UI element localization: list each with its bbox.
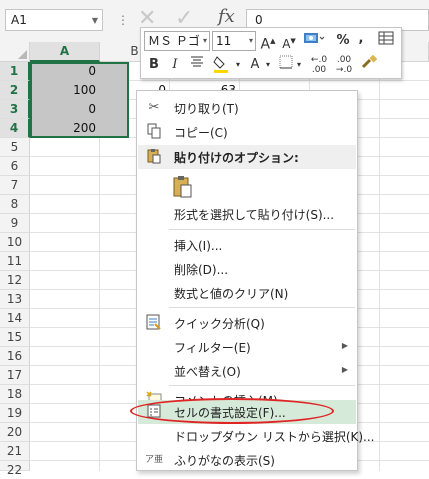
submenu-arrow-icon: ▶ xyxy=(341,365,348,374)
menu-item-pick-from-dropdown-label: ドロップダウン リストから選択(K)... xyxy=(174,430,375,444)
fill-color-dropdown-icon[interactable]: ▾ xyxy=(234,55,242,75)
menu-item-copy-label: コピー(C) xyxy=(174,126,228,140)
submenu-arrow-icon: ▶ xyxy=(341,341,348,350)
font-name-value: ＭＳ Ｐゴ xyxy=(148,34,200,48)
row-header-11[interactable]: 11 xyxy=(0,252,30,271)
menu-item-copy[interactable]: コピー(C) xyxy=(138,120,356,144)
row-header-8[interactable]: 8 xyxy=(0,195,30,214)
cell-a3[interactable]: 0 xyxy=(32,100,96,119)
menu-item-paste-special[interactable]: 形式を選択して貼り付け(S)... xyxy=(138,202,356,226)
paste-option-button[interactable] xyxy=(173,175,193,199)
column-header-a[interactable]: A xyxy=(30,42,100,62)
align-center-icon[interactable] xyxy=(188,55,206,75)
font-size-dropdown-icon[interactable]: ▾ xyxy=(249,32,253,50)
menu-separator xyxy=(169,229,355,230)
font-size-value: 11 xyxy=(216,34,232,48)
menu-item-filter[interactable]: フィルター(E) ▶ xyxy=(138,335,356,359)
paste-icon xyxy=(145,148,163,166)
furigana-icon: ア亜 xyxy=(145,455,164,465)
menu-paste-options-header: 貼り付けのオプション: xyxy=(138,145,356,169)
format-painter-icon[interactable] xyxy=(359,54,379,78)
menu-item-sort-label: 並べ替え(O) xyxy=(174,365,241,379)
row-header-20[interactable]: 20 xyxy=(0,423,30,442)
menu-item-clear-contents-label: 数式と値のクリア(N) xyxy=(174,287,289,301)
increase-decimal-icon[interactable]: ←.0.00 xyxy=(308,55,330,75)
row-header-1[interactable]: 1 xyxy=(0,62,30,81)
menu-separator xyxy=(169,385,355,386)
font-name-select[interactable]: ＭＳ Ｐゴ ▾ xyxy=(144,31,210,51)
cell-a4[interactable]: 200 xyxy=(32,119,96,138)
increase-font-size-icon[interactable]: A▲ xyxy=(259,31,277,55)
row-header-18[interactable]: 18 xyxy=(0,385,30,404)
font-color-dropdown-icon[interactable]: ▾ xyxy=(264,55,272,75)
name-box[interactable]: A1 ▼ xyxy=(5,9,103,31)
row-header-10[interactable]: 10 xyxy=(0,233,30,252)
copy-icon xyxy=(145,123,163,141)
formula-input-value: 0 xyxy=(255,13,263,27)
decrease-font-size-icon[interactable]: A▼ xyxy=(280,31,298,54)
menu-item-cut[interactable]: ✂ 切り取り(T) xyxy=(138,96,356,120)
row-header-4[interactable]: 4 xyxy=(0,119,30,138)
row-header-2[interactable]: 2 xyxy=(0,81,30,100)
format-table-icon[interactable] xyxy=(377,31,395,52)
menu-item-insert[interactable]: 挿入(I)... xyxy=(138,233,356,257)
row-header-6[interactable]: 6 xyxy=(0,157,30,176)
insert-function-icon[interactable]: fx xyxy=(218,6,235,27)
annotation-ellipse xyxy=(130,398,334,424)
font-color-icon[interactable]: A xyxy=(247,55,263,75)
menu-item-delete[interactable]: 削除(D)... xyxy=(138,257,356,281)
row-header-21[interactable]: 21 xyxy=(0,442,30,461)
menu-item-show-furigana-label: ふりがなの表示(S) xyxy=(174,454,275,468)
menu-item-quick-analysis[interactable]: クイック分析(Q) xyxy=(138,311,356,335)
select-all-corner[interactable] xyxy=(0,42,30,62)
menu-item-delete-label: 削除(D)... xyxy=(174,263,229,277)
row-header-3[interactable]: 3 xyxy=(0,100,30,119)
font-size-select[interactable]: 11 ▾ xyxy=(212,31,256,51)
menu-item-show-furigana[interactable]: ア亜 ふりがなの表示(S) xyxy=(138,448,356,472)
menu-item-insert-label: 挿入(I)... xyxy=(174,239,223,253)
paste-options-label: 貼り付けのオプション: xyxy=(174,151,299,165)
fill-color-icon[interactable] xyxy=(211,54,233,81)
menu-item-quick-analysis-label: クイック分析(Q) xyxy=(174,317,265,331)
row-header-12[interactable]: 12 xyxy=(0,271,30,290)
borders-dropdown-icon[interactable]: ▾ xyxy=(295,55,303,75)
row-header-5[interactable]: 5 xyxy=(0,138,30,157)
row-header-19[interactable]: 19 xyxy=(0,404,30,423)
menu-item-sort[interactable]: 並べ替え(O) ▶ xyxy=(138,359,356,383)
italic-icon[interactable]: I xyxy=(167,55,183,75)
name-box-dropdown-icon[interactable]: ▼ xyxy=(92,16,98,25)
formula-bar-splitter-icon[interactable]: ⋮ xyxy=(117,13,129,27)
row-header-15[interactable]: 15 xyxy=(0,328,30,347)
menu-item-paste-special-label: 形式を選択して貼り付け(S)... xyxy=(174,208,335,222)
row-header-9[interactable]: 9 xyxy=(0,214,30,233)
row-header-7[interactable]: 7 xyxy=(0,176,30,195)
row-header-16[interactable]: 16 xyxy=(0,347,30,366)
row-header-14[interactable]: 14 xyxy=(0,309,30,328)
name-box-value: A1 xyxy=(11,13,27,27)
cell-a2[interactable]: 100 xyxy=(32,81,96,100)
menu-item-pick-from-dropdown[interactable]: ドロップダウン リストから選択(K)... xyxy=(138,424,375,448)
bold-icon[interactable]: B xyxy=(146,55,162,75)
mini-toolbar: ＭＳ Ｐゴ ▾ 11 ▾ A▲ A▼ % , B I ▾ A ▾ ▾ ←.0.0… xyxy=(140,27,402,79)
borders-icon[interactable] xyxy=(277,55,295,76)
menu-item-filter-label: フィルター(E) xyxy=(174,341,251,355)
menu-item-cut-label: 切り取り(T) xyxy=(174,102,239,116)
row-header-22[interactable]: 22 xyxy=(0,461,30,477)
cell-a1[interactable]: 0 xyxy=(32,62,96,81)
percent-style-icon[interactable]: % xyxy=(334,31,352,51)
font-name-dropdown-icon[interactable]: ▾ xyxy=(203,32,207,50)
scissors-icon: ✂ xyxy=(148,100,160,115)
quick-analysis-icon xyxy=(145,314,163,332)
row-header-17[interactable]: 17 xyxy=(0,366,30,385)
decrease-decimal-icon[interactable]: .00 →.0 xyxy=(333,55,355,75)
menu-item-clear-contents[interactable]: 数式と値のクリア(N) xyxy=(138,281,356,305)
row-header-13[interactable]: 13 xyxy=(0,290,30,309)
comma-style-icon[interactable]: , xyxy=(354,29,368,49)
menu-separator xyxy=(169,307,355,308)
accounting-format-icon[interactable] xyxy=(301,31,327,54)
